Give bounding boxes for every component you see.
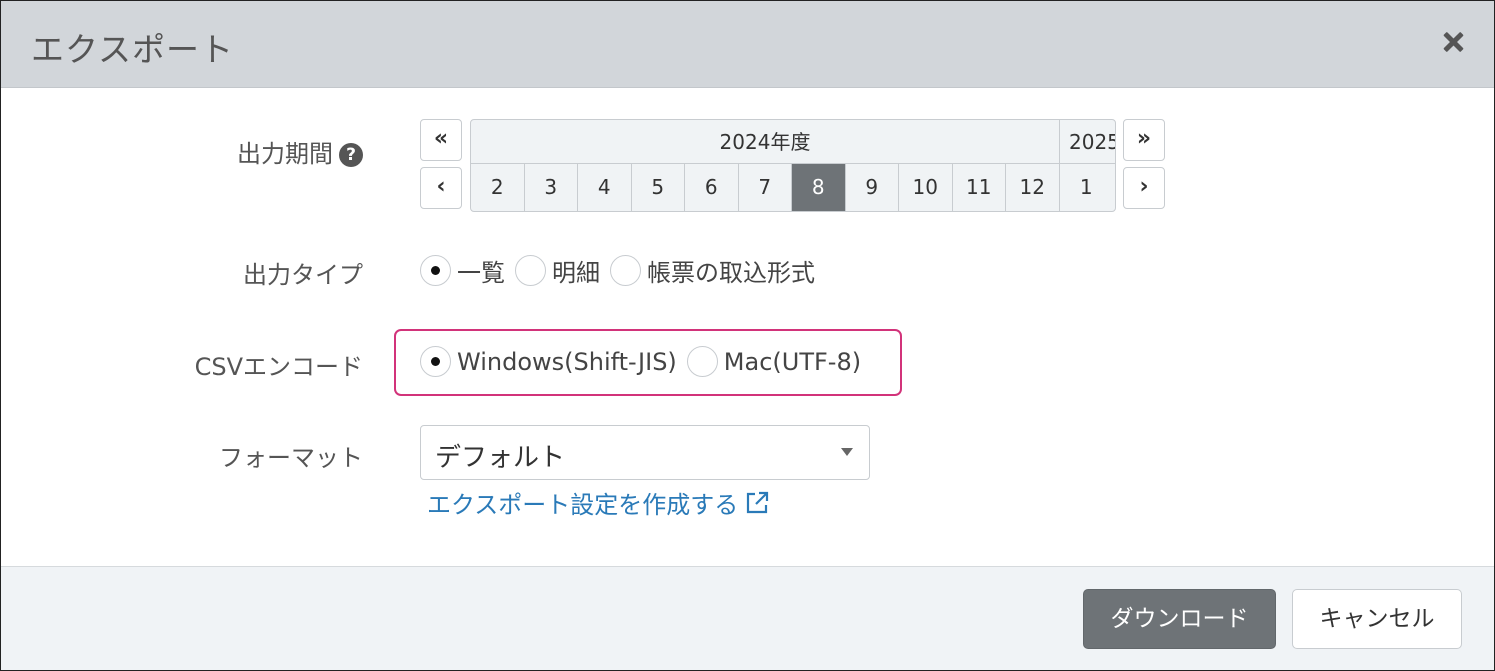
csv-encode-label: CSVエンコード	[194, 353, 363, 381]
month-row: 2 3 4 5 6 7 8 9 10 11 12 1	[471, 164, 1115, 211]
dialog-title: エクスポート	[31, 30, 235, 69]
next-month-button[interactable]: ›	[1123, 167, 1165, 209]
prev-year-button[interactable]: «	[420, 119, 462, 161]
period-label: 出力期間	[237, 140, 333, 168]
month-cell-6[interactable]: 6	[685, 164, 739, 211]
month-cell-8[interactable]: 8	[792, 164, 846, 211]
csv-encode-option-label-1[interactable]: Mac(UTF-8)	[724, 348, 861, 376]
cancel-button[interactable]: キャンセル	[1292, 589, 1462, 649]
download-button[interactable]: ダウンロード	[1083, 589, 1276, 649]
month-cell-12[interactable]: 12	[1006, 164, 1060, 211]
chevron-down-icon	[841, 448, 853, 456]
format-label: フォーマット	[219, 444, 363, 472]
month-cell-4[interactable]: 4	[578, 164, 632, 211]
fiscal-year-next[interactable]: 2025	[1060, 120, 1115, 164]
csv-encode-radio-1[interactable]	[686, 346, 718, 377]
external-link-icon	[747, 491, 769, 514]
month-cell-10[interactable]: 10	[899, 164, 953, 211]
next-year-button[interactable]: »	[1123, 119, 1165, 161]
output-type-option-label-2[interactable]: 帳票の取込形式	[647, 253, 815, 288]
prev-month-button[interactable]: ‹	[420, 167, 462, 209]
month-calendar: 2024年度 2025 2 3 4 5 6 7 8 9 10 11 12 1	[470, 119, 1116, 212]
month-cell-7[interactable]: 7	[739, 164, 792, 211]
close-icon[interactable]	[1438, 27, 1468, 57]
output-type-option-label-0[interactable]: 一覧	[457, 253, 505, 288]
output-type-radio-group: 一覧 明細 帳票の取込形式	[420, 253, 825, 288]
period-label-row: 出力期間?	[33, 134, 363, 169]
fiscal-year-current[interactable]: 2024年度	[471, 120, 1060, 164]
help-icon[interactable]: ?	[339, 143, 363, 167]
dialog-header: エクスポート	[1, 1, 1494, 88]
output-type-radio-2[interactable]	[610, 255, 641, 286]
csv-encode-option-label-0[interactable]: Windows(Shift-JIS)	[457, 348, 677, 376]
month-cell-1[interactable]: 1	[1060, 164, 1114, 211]
month-cell-11[interactable]: 11	[953, 164, 1006, 211]
month-cell-5[interactable]: 5	[632, 164, 685, 211]
dialog-footer: ダウンロード キャンセル	[1, 566, 1494, 670]
format-select-value: デフォルト	[435, 443, 566, 473]
csv-encode-radio-0[interactable]	[420, 346, 451, 377]
output-type-label: 出力タイプ	[243, 261, 363, 289]
month-cell-3[interactable]: 3	[525, 164, 578, 211]
output-type-option-label-1[interactable]: 明細	[552, 253, 600, 288]
format-select[interactable]: デフォルト	[420, 425, 870, 480]
month-cell-9[interactable]: 9	[846, 164, 899, 211]
export-dialog: エクスポート 出力期間? « » ‹ › 2024年度 2025 2345678…	[0, 0, 1495, 671]
output-type-radio-0[interactable]	[420, 255, 451, 286]
csv-encode-radio-group: Windows(Shift-JIS) Mac(UTF-8)	[420, 346, 871, 377]
create-export-settings-link[interactable]: エクスポート設定を作成する	[427, 485, 770, 520]
create-export-settings-label: エクスポート設定を作成する	[427, 491, 739, 519]
month-cell-2[interactable]: 2	[471, 164, 525, 211]
output-type-radio-1[interactable]	[515, 255, 546, 286]
